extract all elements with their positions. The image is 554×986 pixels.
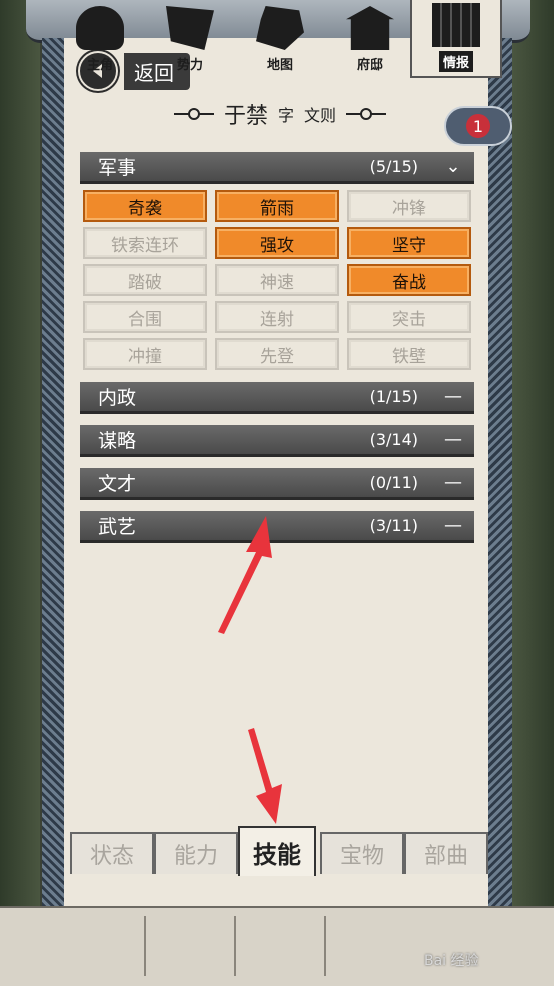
section-military-header[interactable]: 军事 (5/15) ⌄ (80, 152, 474, 184)
chevron-down-icon: ⌄ (445, 156, 461, 177)
bottom-navigation (0, 906, 554, 986)
skill-button[interactable]: 奋战 (347, 264, 471, 296)
skill-label: 冲撞 (128, 346, 162, 367)
skill-label: 奇袭 (128, 198, 162, 219)
section-politics-header[interactable]: 内政 (1/15) — (80, 382, 474, 414)
section-name: 谋略 (98, 430, 137, 452)
section-count: (1/15) (369, 387, 418, 406)
nav-divider (144, 916, 146, 976)
nav-label: 势力 (176, 58, 203, 73)
map-icon (256, 6, 304, 50)
skill-button[interactable]: 奇袭 (83, 190, 207, 222)
skill-button[interactable]: 神速 (215, 264, 339, 296)
nav-mansion[interactable]: 府邸 (326, 4, 414, 76)
skill-label: 踏破 (128, 272, 162, 293)
skill-label: 连射 (260, 309, 294, 330)
nav-label: 府邸 (356, 58, 383, 73)
tab-status[interactable]: 状态 (70, 832, 154, 874)
section-count: (3/11) (369, 516, 418, 535)
skill-button[interactable]: 合围 (83, 301, 207, 333)
collapse-icon: — (444, 386, 462, 407)
skill-label: 坚守 (392, 235, 426, 256)
skill-label: 神速 (260, 272, 294, 293)
intel-scroll-icon (432, 3, 480, 47)
nav-intel[interactable]: 情报 (410, 0, 502, 78)
skill-button[interactable]: 箭雨 (215, 190, 339, 222)
background-right (512, 0, 554, 910)
skill-label: 铁壁 (392, 346, 426, 367)
zi-label: 字 (277, 106, 294, 125)
skill-button[interactable]: 坚守 (347, 227, 471, 259)
skill-button[interactable]: 铁索连环 (83, 227, 207, 259)
courtesy-name: 文则 (304, 106, 337, 125)
skill-button[interactable]: 先登 (215, 338, 339, 370)
skill-button[interactable]: 连射 (215, 301, 339, 333)
section-count: (3/14) (369, 430, 418, 449)
badge-count: 1 (466, 114, 490, 138)
skill-button[interactable]: 冲锋 (347, 190, 471, 222)
watermark: Bai 经验 (424, 953, 479, 969)
tab-label: 宝物 (339, 844, 384, 869)
nav-divider (234, 916, 236, 976)
title-ornament-right (346, 108, 387, 120)
mansion-icon (346, 6, 394, 50)
collapse-icon: — (444, 472, 462, 493)
title-ornament-left (173, 108, 214, 120)
skill-label: 铁索连环 (111, 235, 179, 256)
tab-label: 状态 (89, 844, 134, 869)
general-name: 于禁 (223, 104, 268, 129)
skill-label: 合围 (128, 309, 162, 330)
skill-label: 先登 (260, 346, 294, 367)
section-name: 军事 (98, 157, 137, 179)
annotation-arrow-icon (218, 516, 272, 634)
flag-icon (166, 6, 214, 50)
tab-label: 能力 (173, 844, 218, 869)
nav-protagonist[interactable]: 主角 (56, 4, 144, 76)
skill-button[interactable]: 踏破 (83, 264, 207, 296)
section-literary-header[interactable]: 文才 (0/11) — (80, 468, 474, 500)
nav-faction[interactable]: 势力 (146, 4, 234, 76)
skill-button[interactable]: 突击 (347, 301, 471, 333)
collapse-icon: — (444, 515, 462, 536)
scroll-border-left (42, 38, 64, 910)
tab-label: 技能 (253, 840, 301, 869)
nav-label: 地图 (266, 58, 293, 73)
tab-ability[interactable]: 能力 (154, 832, 238, 874)
tab-bar: 状态 能力 技能 宝物 部曲 (64, 826, 488, 876)
annotation-arrow-icon (248, 728, 282, 824)
cloud-icon: 1 (444, 106, 512, 146)
skill-label: 强攻 (260, 235, 294, 256)
warrior-icon (76, 6, 124, 50)
skill-label: 突击 (392, 309, 426, 330)
section-name: 文才 (98, 473, 137, 495)
skill-button[interactable]: 强攻 (215, 227, 339, 259)
background-left (0, 0, 40, 910)
nav-divider (324, 916, 326, 976)
skill-label: 冲锋 (392, 198, 426, 219)
nav-label: 情报 (438, 51, 473, 72)
nav-label: 主角 (86, 58, 113, 73)
point-badge[interactable]: 1 (444, 106, 512, 146)
tab-label: 部曲 (423, 844, 468, 869)
collapse-icon: — (444, 429, 462, 450)
tab-skills[interactable]: 技能 (238, 826, 316, 876)
general-title: 于禁 字 文则 (150, 98, 410, 130)
section-count: (0/11) (369, 473, 418, 492)
section-strategy-header[interactable]: 谋略 (3/14) — (80, 425, 474, 457)
skill-button[interactable]: 铁壁 (347, 338, 471, 370)
section-name: 内政 (98, 387, 137, 409)
skill-label: 箭雨 (260, 198, 294, 219)
scroll-border-right (488, 38, 512, 910)
skill-label: 奋战 (392, 272, 426, 293)
section-count: (5/15) (369, 157, 418, 176)
skill-button[interactable]: 冲撞 (83, 338, 207, 370)
tab-treasure[interactable]: 宝物 (320, 832, 404, 874)
tab-troops[interactable]: 部曲 (404, 832, 488, 874)
nav-map[interactable]: 地图 (236, 4, 324, 76)
